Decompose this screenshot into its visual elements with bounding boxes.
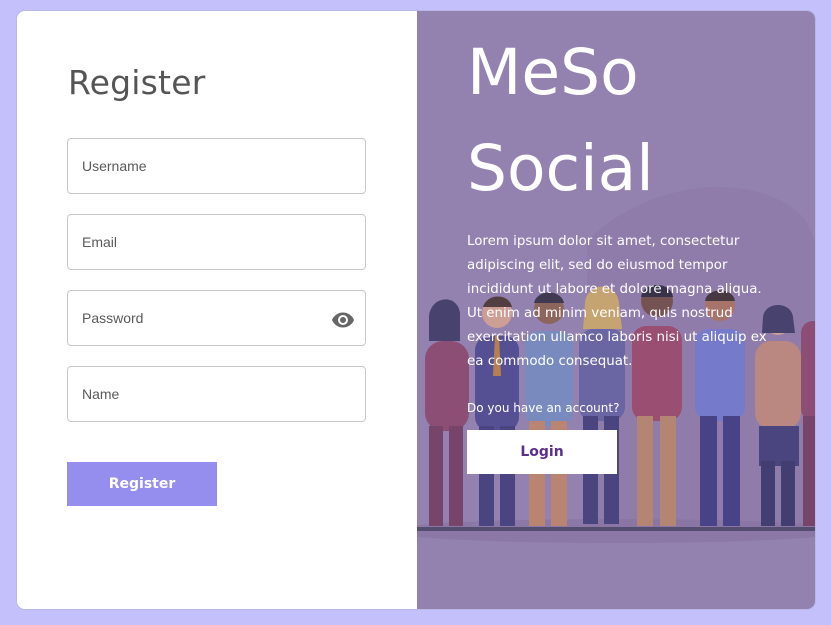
name-input[interactable]: [68, 367, 365, 421]
login-button[interactable]: Login: [467, 430, 617, 474]
hero-description: Lorem ipsum dolor sit amet, consectetur …: [467, 234, 767, 369]
register-form-panel: Register Register: [17, 11, 417, 609]
username-field[interactable]: [67, 138, 366, 194]
name-field[interactable]: [67, 366, 366, 422]
hero-title: MeSo Social: [467, 25, 787, 217]
hero-title-line2: Social: [467, 132, 654, 205]
hero-panel: MeSo Social Lorem ipsum dolor sit amet, …: [417, 11, 815, 609]
email-input[interactable]: [68, 215, 365, 269]
email-field[interactable]: [67, 214, 366, 270]
username-input[interactable]: [68, 139, 365, 193]
password-input[interactable]: [68, 291, 365, 345]
register-card: Register Register: [16, 10, 816, 610]
register-button[interactable]: Register: [67, 462, 217, 506]
eye-icon[interactable]: [331, 308, 355, 330]
password-field[interactable]: [67, 290, 366, 346]
hero-title-line1: MeSo: [467, 36, 639, 109]
form-title: Register: [68, 63, 206, 102]
account-prompt: Do you have an account?: [467, 401, 620, 415]
